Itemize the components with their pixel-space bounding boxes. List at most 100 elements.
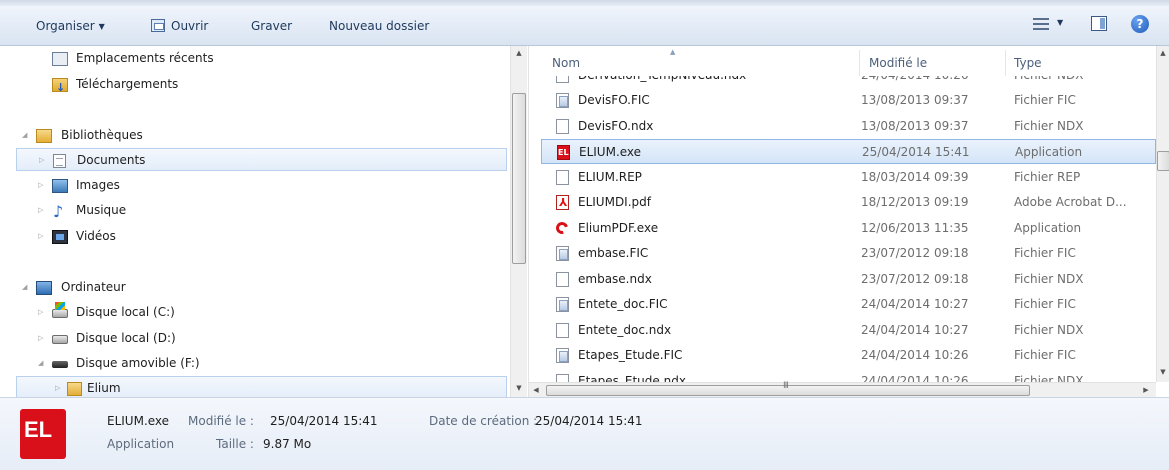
chevron-down-icon: ▼ — [98, 22, 105, 31]
file-name: ELIUM.exe — [579, 145, 642, 159]
nav-item-label: Bibliothèques — [61, 128, 143, 142]
file-modified: 24/04/2014 10:26 — [861, 76, 969, 88]
scroll-down-icon[interactable]: ▼ — [1156, 368, 1169, 376]
images-icon — [52, 179, 68, 193]
details-modified-label: Modifié le : — [188, 414, 254, 428]
details-file-name: ELIUM.exe — [107, 414, 170, 428]
nav-scroll-thumb[interactable] — [512, 93, 526, 264]
list-horizontal-scrollbar[interactable]: ◀ III ▶ — [529, 381, 1156, 397]
collapsed-arrow-icon[interactable]: ▷ — [38, 174, 43, 197]
collapsed-arrow-icon[interactable]: ▷ — [39, 149, 44, 172]
file-type: Fichier NDX — [1014, 119, 1084, 133]
table-row[interactable]: Etapes_Etude.ndx 24/04/2014 10:26 Fichie… — [541, 369, 1156, 382]
scroll-left-icon[interactable]: ◀ — [529, 386, 543, 394]
collapsed-arrow-icon[interactable]: ▷ — [38, 199, 43, 222]
table-row[interactable]: Etapes_Etude.FIC 24/04/2014 10:26 Fichie… — [541, 343, 1156, 368]
column-divider[interactable] — [859, 50, 860, 76]
file-type: Fichier NDX — [1014, 76, 1083, 88]
table-row[interactable]: EliumPDF.exe 12/06/2013 11:35 Applicatio… — [541, 216, 1156, 241]
file-modified: 18/03/2014 09:39 — [861, 170, 969, 184]
table-row[interactable]: embase.FIC 23/07/2012 09:18 Fichier FIC — [541, 241, 1156, 266]
table-row[interactable]: Derivation_TempNiveau.ndx 24/04/2014 10:… — [541, 76, 1156, 88]
expanded-arrow-icon[interactable]: ◢ — [22, 124, 27, 147]
nav-item-drive-f[interactable]: ◢ Disque amovible (F:) — [16, 352, 507, 375]
nav-item-libraries[interactable]: ◢ Bibliothèques — [16, 124, 507, 147]
nav-item-recent-places[interactable]: Emplacements récents — [16, 47, 507, 70]
table-row[interactable]: Entete_doc.ndx 24/04/2014 10:27 Fichier … — [541, 318, 1156, 343]
file-icon — [556, 76, 569, 83]
details-created-label: Date de création : — [429, 414, 538, 428]
file-type: Fichier FIC — [1014, 246, 1076, 260]
table-row-selected[interactable]: ELIUM.exe 25/04/2014 15:41 Application — [541, 139, 1156, 165]
expanded-arrow-icon[interactable]: ◢ — [38, 352, 43, 375]
collapsed-arrow-icon[interactable]: ▷ — [38, 225, 43, 248]
command-bar: Organiser ▼ Ouvrir Graver Nouveau dossier… — [0, 0, 1169, 46]
scroll-down-icon[interactable]: ▼ — [511, 384, 527, 392]
file-list: Nom ▲ Modifié le Type Derivation_TempNiv… — [528, 46, 1169, 397]
new-folder-button[interactable]: Nouveau dossier — [329, 17, 429, 35]
nav-scrollbar[interactable]: ▲ ▼ — [510, 46, 527, 397]
nav-item-drive-d[interactable]: ▷ Disque local (D:) — [16, 327, 507, 350]
column-header-type[interactable]: Type — [1014, 56, 1042, 70]
collapsed-arrow-icon[interactable]: ▷ — [38, 301, 43, 324]
nav-item-computer[interactable]: ◢ Ordinateur — [16, 276, 507, 299]
organize-button[interactable]: Organiser ▼ — [36, 17, 105, 35]
nav-item-videos[interactable]: ▷ Vidéos — [16, 225, 507, 248]
file-type: Fichier FIC — [1014, 93, 1076, 107]
file-type: Application — [1014, 221, 1082, 235]
list-scroll-thumb[interactable] — [1157, 151, 1169, 171]
nav-item-label: Téléchargements — [76, 77, 179, 91]
fic-file-icon — [556, 348, 569, 363]
file-name: ELIUMDI.pdf — [578, 195, 651, 209]
file-modified: 24/04/2014 10:27 — [861, 297, 969, 311]
table-row[interactable]: Entete_doc.FIC 24/04/2014 10:27 Fichier … — [541, 292, 1156, 317]
nav-item-drive-c[interactable]: ▷ Disque local (C:) — [16, 301, 507, 324]
scroll-right-icon[interactable]: ▶ — [1139, 386, 1153, 394]
scroll-up-icon[interactable]: ▲ — [511, 49, 527, 57]
details-modified-value: 25/04/2014 15:41 — [270, 414, 378, 428]
nav-item-music[interactable]: ▷ Musique — [16, 199, 507, 223]
file-name: DevisFO.ndx — [578, 119, 654, 133]
file-name: Etapes_Etude.FIC — [578, 348, 683, 362]
nav-item-documents[interactable]: ▷ Documents — [16, 148, 507, 171]
horizontal-scroll-thumb[interactable]: III — [546, 381, 1030, 396]
open-window-icon — [151, 19, 165, 32]
expanded-arrow-icon[interactable]: ◢ — [22, 276, 27, 299]
file-modified: 24/04/2014 10:26 — [861, 374, 969, 382]
burn-button[interactable]: Graver — [251, 17, 292, 35]
file-rows: Derivation_TempNiveau.ndx 24/04/2014 10:… — [529, 76, 1156, 382]
nav-item-images[interactable]: ▷ Images — [16, 174, 507, 197]
help-icon[interactable]: ? — [1131, 15, 1149, 33]
table-row[interactable]: DevisFO.FIC 13/08/2013 09:37 Fichier FIC — [541, 88, 1156, 113]
file-name: embase.ndx — [578, 272, 652, 286]
file-name: DevisFO.FIC — [578, 93, 650, 107]
collapsed-arrow-icon[interactable]: ▷ — [38, 327, 43, 350]
scroll-up-icon[interactable]: ▲ — [1156, 49, 1169, 57]
view-options-icon[interactable] — [1033, 17, 1049, 31]
folder-icon — [67, 382, 82, 396]
recent-places-icon — [52, 52, 68, 66]
nav-item-label: Documents — [77, 153, 146, 167]
table-row[interactable]: embase.ndx 23/07/2012 09:18 Fichier NDX — [541, 267, 1156, 292]
column-header-modified[interactable]: Modifié le — [869, 56, 927, 70]
table-row[interactable]: ELIUM.REP 18/03/2014 09:39 Fichier REP — [541, 165, 1156, 190]
open-button[interactable]: Ouvrir — [151, 17, 208, 35]
table-row[interactable]: ELIUMDI.pdf 18/12/2013 09:19 Adobe Acrob… — [541, 190, 1156, 215]
list-scrollbar[interactable]: ▲ ▼ — [1156, 46, 1169, 382]
documents-icon — [53, 154, 66, 168]
preview-pane-icon[interactable] — [1091, 16, 1107, 31]
view-chevron-down-icon[interactable]: ▼ — [1057, 18, 1063, 27]
file-modified: 12/06/2013 11:35 — [861, 221, 969, 235]
file-modified: 23/07/2012 09:18 — [861, 272, 969, 286]
file-name: embase.FIC — [578, 246, 649, 260]
column-header-name[interactable]: Nom — [552, 56, 580, 70]
nav-item-label: Images — [76, 178, 120, 192]
fic-file-icon — [556, 246, 569, 261]
file-icon — [556, 323, 569, 338]
nav-item-elium-folder[interactable]: ▷ Elium — [16, 376, 507, 399]
file-icon — [556, 272, 569, 287]
column-divider[interactable] — [1005, 50, 1006, 76]
nav-item-downloads[interactable]: Téléchargements — [16, 73, 507, 99]
eliumpdf-app-icon — [556, 221, 569, 236]
table-row[interactable]: DevisFO.ndx 13/08/2013 09:37 Fichier NDX — [541, 114, 1156, 139]
